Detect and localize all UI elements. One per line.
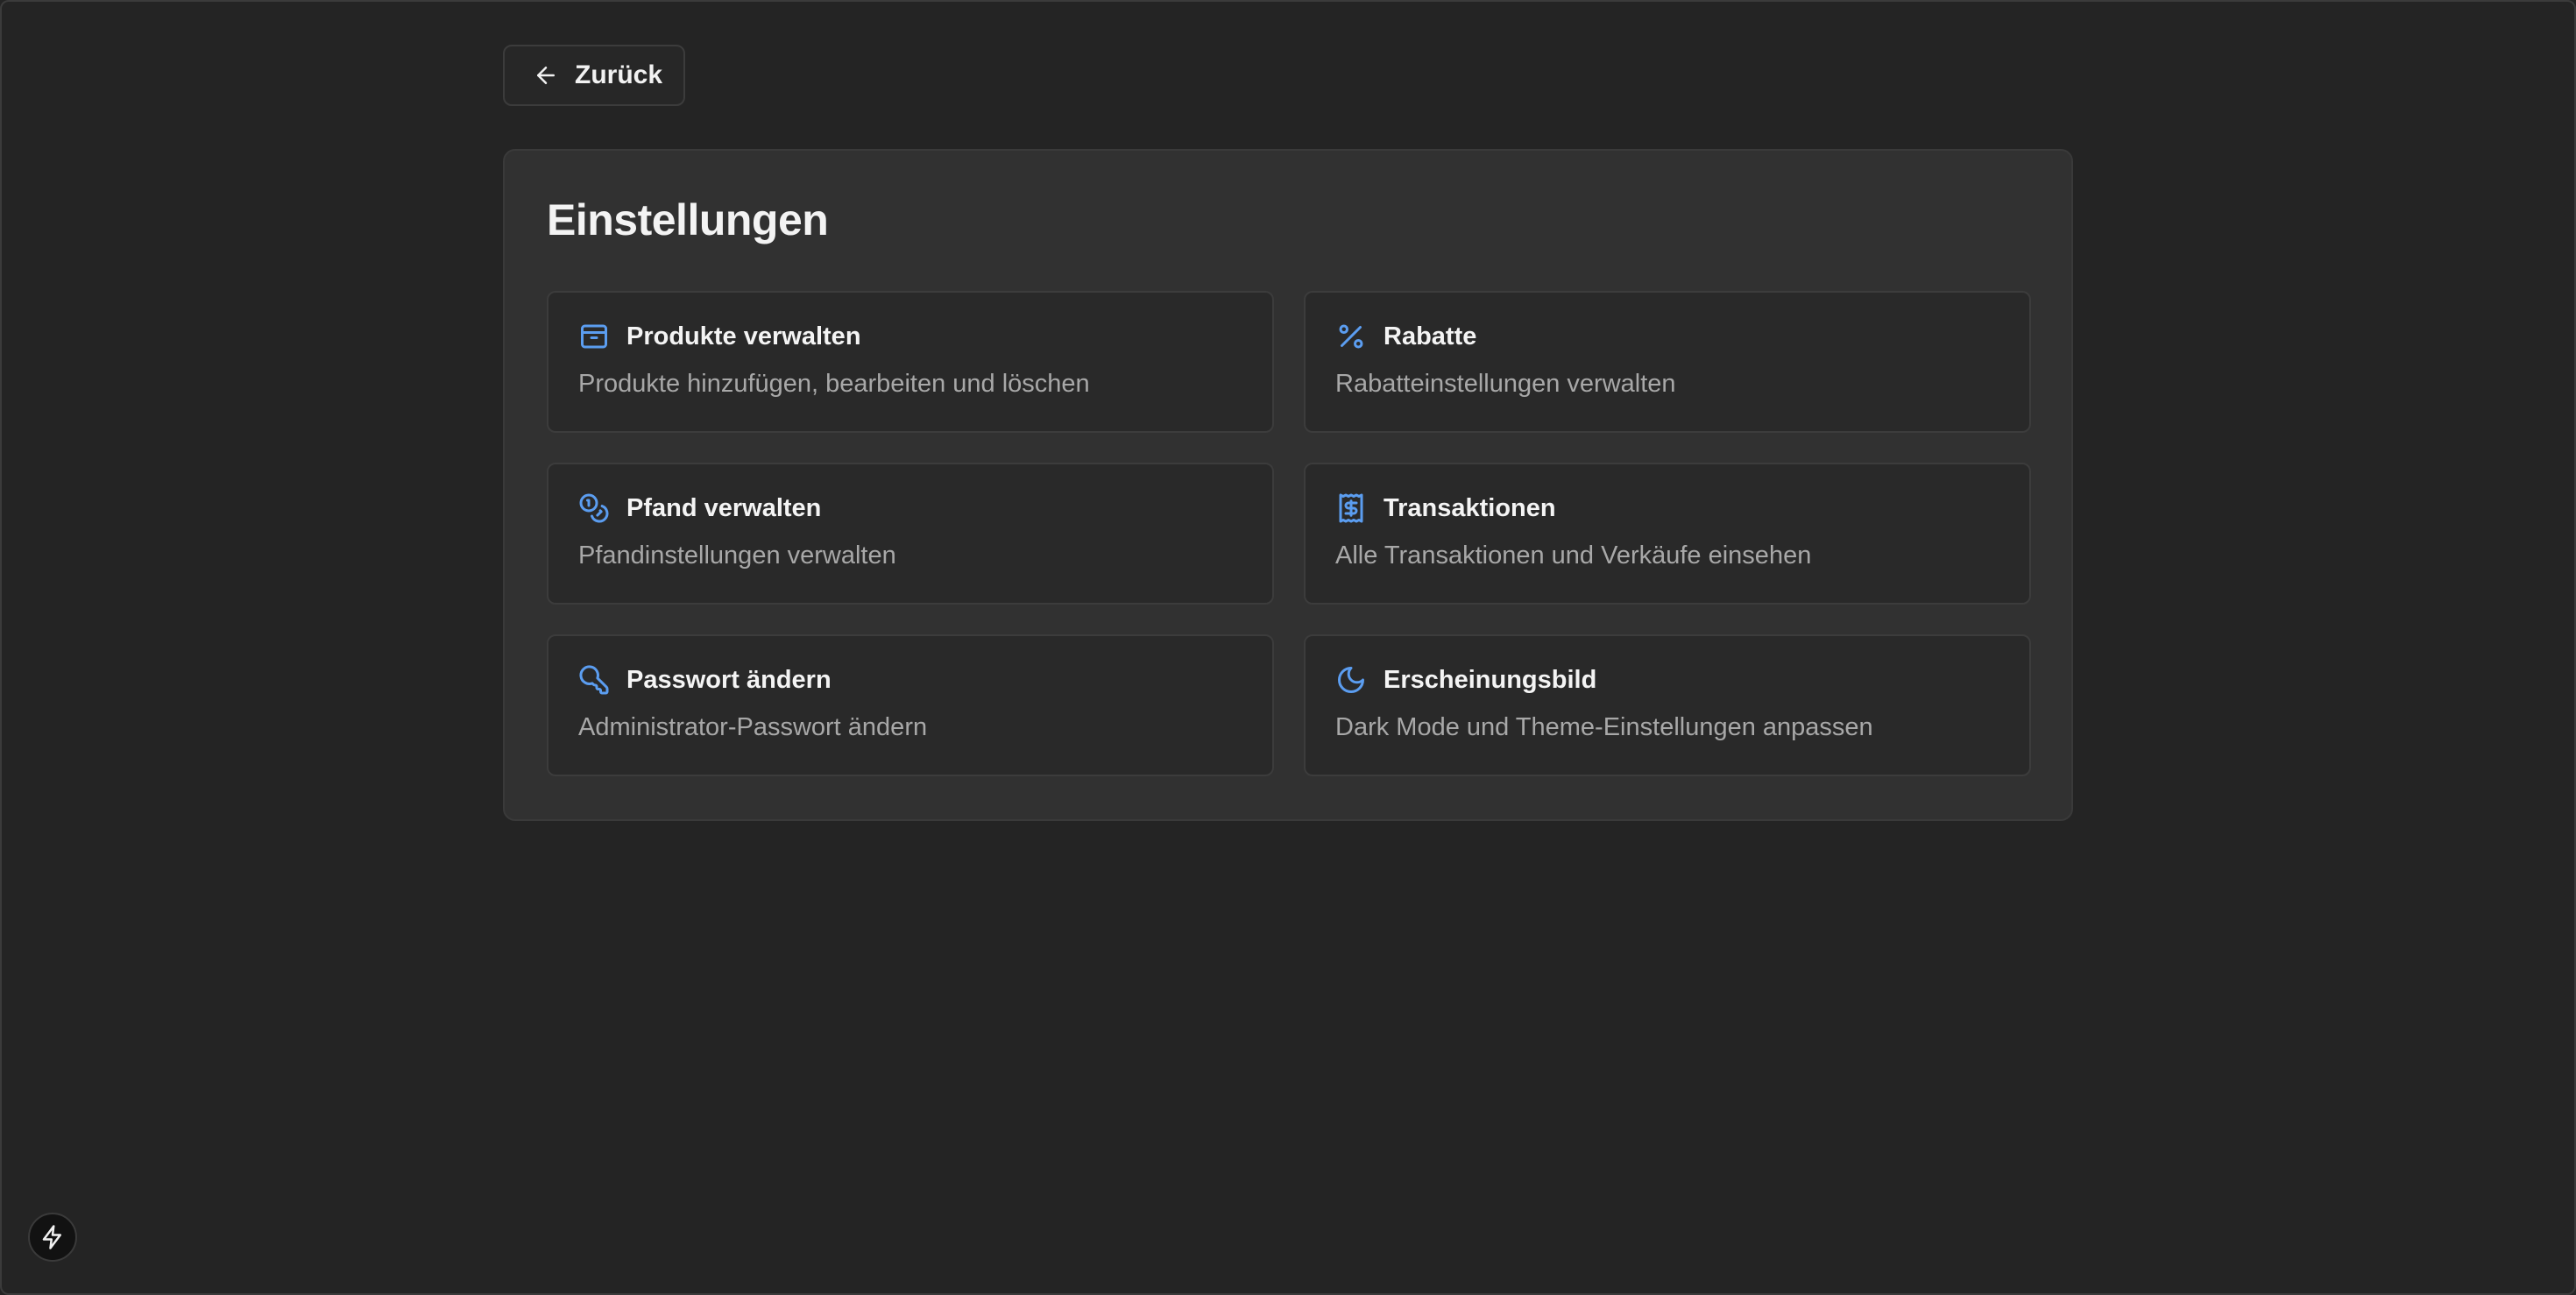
- tile-title: Erscheinungsbild: [1384, 665, 1597, 694]
- tile-password[interactable]: Passwort ändern Administrator-Passwort ä…: [547, 634, 1274, 776]
- tile-title: Pfand verwalten: [626, 493, 822, 522]
- tile-products[interactable]: Produkte verwalten Produkte hinzufügen, …: [547, 291, 1274, 433]
- tile-description: Alle Transaktionen und Verkäufe einsehen: [1335, 541, 1812, 570]
- tile-description: Dark Mode und Theme-Einstellungen anpass…: [1335, 713, 1873, 741]
- page-title: Einstellungen: [547, 195, 829, 244]
- back-button[interactable]: Zurück: [503, 45, 685, 106]
- dev-tools-badge[interactable]: [28, 1213, 77, 1262]
- tile-description: Administrator-Passwort ändern: [578, 713, 928, 741]
- tile-transactions[interactable]: Transaktionen Alle Transaktionen und Ver…: [1304, 463, 2031, 605]
- receipt-icon: [1339, 493, 1363, 523]
- tile-appearance[interactable]: Erscheinungsbild Dark Mode und Theme-Ein…: [1304, 634, 2031, 776]
- tile-title: Rabatte: [1384, 322, 1477, 350]
- tile-title: Produkte verwalten: [626, 322, 861, 350]
- back-button-label: Zurück: [575, 60, 663, 89]
- tile-title: Passwort ändern: [626, 665, 832, 694]
- percent-icon: [1339, 324, 1363, 349]
- tile-description: Pfandinstellungen verwalten: [578, 541, 896, 570]
- arrow-left-icon: [537, 67, 555, 84]
- tile-description: Produkte hinzufügen, bearbeiten und lösc…: [578, 370, 1090, 398]
- tile-description: Rabatteinstellungen verwalten: [1335, 370, 1676, 398]
- tile-deposit[interactable]: Pfand verwalten Pfandinstellungen verwal…: [547, 463, 1274, 605]
- key-icon: [579, 665, 609, 695]
- moon-icon: [1338, 667, 1364, 693]
- settings-card: Einstellungen Produkte verwalten Produkt…: [503, 149, 2073, 821]
- tile-discounts[interactable]: Rabatte Rabatteinstellungen verwalten: [1304, 291, 2031, 433]
- tile-title: Transaktionen: [1384, 493, 1556, 522]
- coins-icon: [579, 493, 609, 523]
- settings-grid: Produkte verwalten Produkte hinzufügen, …: [547, 291, 2031, 776]
- lightning-icon: [42, 1225, 61, 1249]
- package-icon: [581, 324, 607, 349]
